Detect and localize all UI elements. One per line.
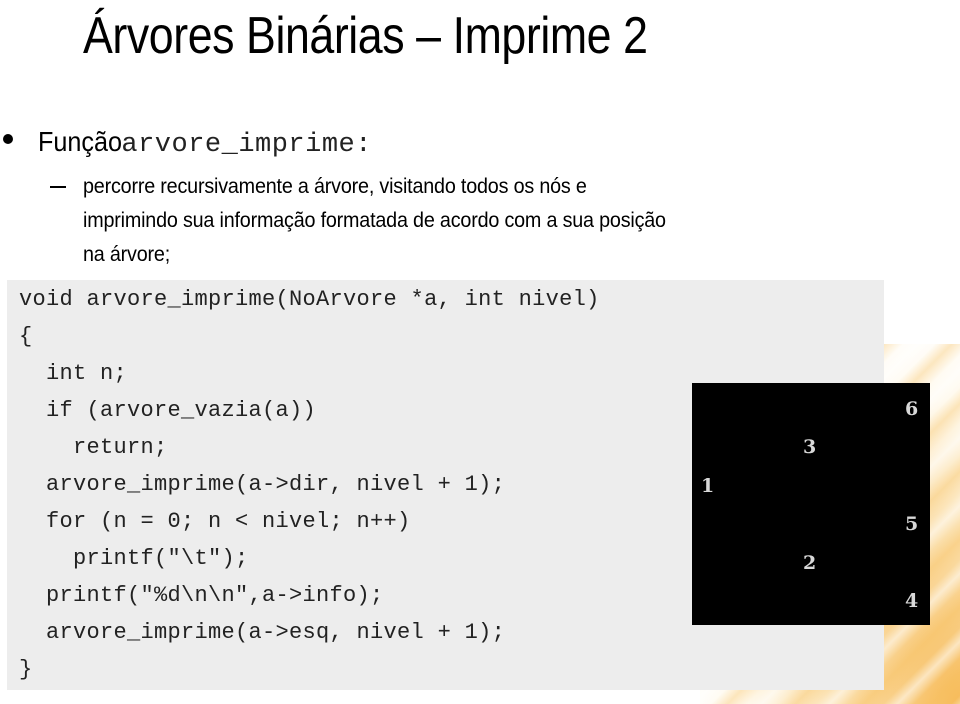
bullet-text: Função arvore_imprime: xyxy=(38,122,372,165)
dash-icon xyxy=(50,186,66,188)
code-line: return; xyxy=(19,435,168,460)
console-node-value: 6 xyxy=(905,398,919,420)
bullet-code: arvore_imprime: xyxy=(121,130,372,160)
bullet-icon xyxy=(3,134,13,144)
console-node-value: 1 xyxy=(701,475,715,497)
sub-bullet-line: imprimindo sua informação formatada de a… xyxy=(83,209,666,232)
sub-bullet-text: percorre recursivamente a árvore, visita… xyxy=(83,170,903,272)
bullet-label: Função xyxy=(38,126,123,157)
code-line: void arvore_imprime(NoArvore *a, int niv… xyxy=(19,287,600,312)
sub-bullet-line: percorre recursivamente a árvore, visita… xyxy=(83,175,587,198)
code-line: printf("%d\n\n",a->info); xyxy=(19,583,384,608)
code-line: int n; xyxy=(19,361,128,386)
console-node-value: 4 xyxy=(905,590,919,612)
slide-title: Árvores Binárias – Imprime 2 xyxy=(83,7,648,65)
code-line: if (arvore_vazia(a)) xyxy=(19,398,317,423)
code-line: { xyxy=(19,324,33,349)
console-node-value: 3 xyxy=(803,436,817,458)
code-line: arvore_imprime(a->dir, nivel + 1); xyxy=(19,472,506,497)
console-output-window: 6 3 1 5 2 4 xyxy=(692,383,930,625)
console-node-value: 2 xyxy=(803,552,817,574)
code-line: for (n = 0; n < nivel; n++) xyxy=(19,509,411,534)
code-line: } xyxy=(19,657,33,682)
console-node-value: 5 xyxy=(905,513,919,535)
code-line: arvore_imprime(a->esq, nivel + 1); xyxy=(19,620,506,645)
sub-bullet-line: na árvore; xyxy=(83,243,171,266)
code-line: printf("\t"); xyxy=(19,546,249,571)
